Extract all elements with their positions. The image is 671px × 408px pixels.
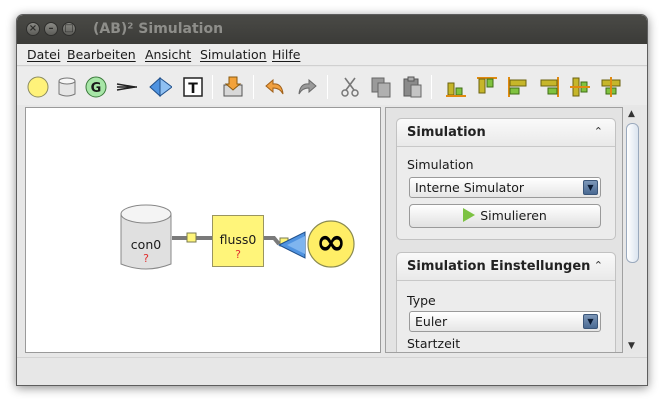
dropdown-arrow-icon[interactable]: ▼ (583, 180, 598, 195)
scroll-up-icon[interactable]: ▲ (628, 109, 635, 119)
store-name: con0 (130, 237, 162, 252)
close-window-button[interactable]: × (26, 22, 40, 36)
flow-value: ? (235, 248, 241, 261)
paste-icon[interactable] (400, 75, 424, 99)
cut-icon[interactable] (338, 75, 362, 99)
connector-handle[interactable] (186, 232, 197, 243)
infinity-symbol: ∞ (316, 222, 346, 263)
store-icon[interactable] (55, 75, 79, 99)
toolbar: G T (17, 67, 647, 105)
title-bar[interactable]: × – □ (AB)² Simulation (17, 15, 647, 44)
redo-icon[interactable] (295, 75, 319, 99)
store-value: ? (143, 252, 149, 265)
maximize-window-button[interactable]: □ (62, 22, 76, 36)
toolbar-separator (212, 75, 213, 99)
simulation-settings-group: Simulation Einstellungen ⌃ Type Euler ▼ … (396, 252, 616, 352)
simulator-value: Interne Simulator (415, 180, 525, 195)
valve-icon[interactable] (277, 228, 307, 262)
simulation-group: Simulation ⌃ Simulation Interne Simulato… (396, 118, 616, 240)
panel-scrollbar[interactable]: ▲ ▼ (625, 107, 641, 353)
flow-node[interactable]: fluss0 ? (212, 215, 264, 267)
undo-icon[interactable] (263, 75, 287, 99)
scrollbar-thumb[interactable] (626, 123, 639, 263)
flow-name: fluss0 (219, 232, 257, 247)
flow-arrow-icon[interactable] (115, 75, 139, 99)
settings-group-title: Simulation Einstellungen (407, 259, 591, 274)
svg-text:T: T (188, 81, 198, 97)
menu-datei[interactable]: Datei (27, 47, 60, 62)
import-icon[interactable] (221, 75, 245, 99)
scroll-down-icon[interactable]: ▼ (628, 341, 635, 351)
start-time-label: Startzeit (407, 336, 461, 351)
toolbar-separator (327, 75, 328, 99)
simulation-group-title: Simulation (407, 125, 486, 140)
text-icon[interactable]: T (181, 75, 205, 99)
menu-simulation[interactable]: Simulation (200, 47, 267, 62)
settings-group-header[interactable]: Simulation Einstellungen ⌃ (397, 253, 615, 281)
type-select[interactable]: Euler ▼ (409, 311, 601, 332)
properties-panel: Simulation ⌃ Simulation Interne Simulato… (385, 107, 623, 353)
type-value: Euler (415, 314, 448, 329)
pool-icon[interactable] (26, 75, 50, 99)
simulator-select[interactable]: Interne Simulator ▼ (409, 177, 601, 198)
collapse-icon[interactable]: ⌃ (594, 259, 603, 272)
simulate-button-label: Simulieren (480, 208, 547, 223)
copy-icon[interactable] (369, 75, 393, 99)
align-center-horizontal-icon[interactable] (599, 75, 623, 99)
menu-hilfe[interactable]: Hilfe (272, 47, 300, 62)
status-bar (17, 357, 647, 385)
store-node[interactable]: con0 ? (120, 204, 172, 274)
align-center-vertical-icon[interactable] (568, 75, 592, 99)
collapse-icon[interactable]: ⌃ (594, 125, 603, 138)
global-constant-icon[interactable]: G (84, 75, 108, 99)
svg-text:G: G (91, 81, 102, 96)
simulation-group-header[interactable]: Simulation ⌃ (397, 119, 615, 147)
dropdown-arrow-icon[interactable]: ▼ (583, 314, 598, 329)
align-top-icon[interactable] (475, 75, 499, 99)
align-right-icon[interactable] (537, 75, 561, 99)
menu-bar: Datei Bearbeiten Ansicht Simulation Hilf… (17, 44, 647, 66)
toolbar-separator (253, 75, 254, 99)
diagram-canvas[interactable]: con0 ? fluss0 ? ∞ (25, 107, 381, 353)
sink-icon[interactable] (148, 75, 172, 99)
type-label: Type (407, 293, 436, 308)
window-title: (AB)² Simulation (93, 21, 224, 37)
simulation-label: Simulation (407, 157, 474, 172)
align-left-icon[interactable] (506, 75, 530, 99)
main-window: × – □ (AB)² Simulation Datei Bearbeiten … (16, 14, 648, 386)
minimize-window-button[interactable]: – (44, 22, 58, 36)
simulate-button[interactable]: Simulieren (409, 204, 601, 228)
sink-node[interactable]: ∞ (306, 219, 356, 269)
play-icon (463, 208, 476, 222)
menu-bearbeiten[interactable]: Bearbeiten (67, 47, 136, 62)
menu-ansicht[interactable]: Ansicht (145, 47, 191, 62)
toolbar-separator (431, 75, 432, 99)
align-bottom-icon[interactable] (444, 75, 468, 99)
